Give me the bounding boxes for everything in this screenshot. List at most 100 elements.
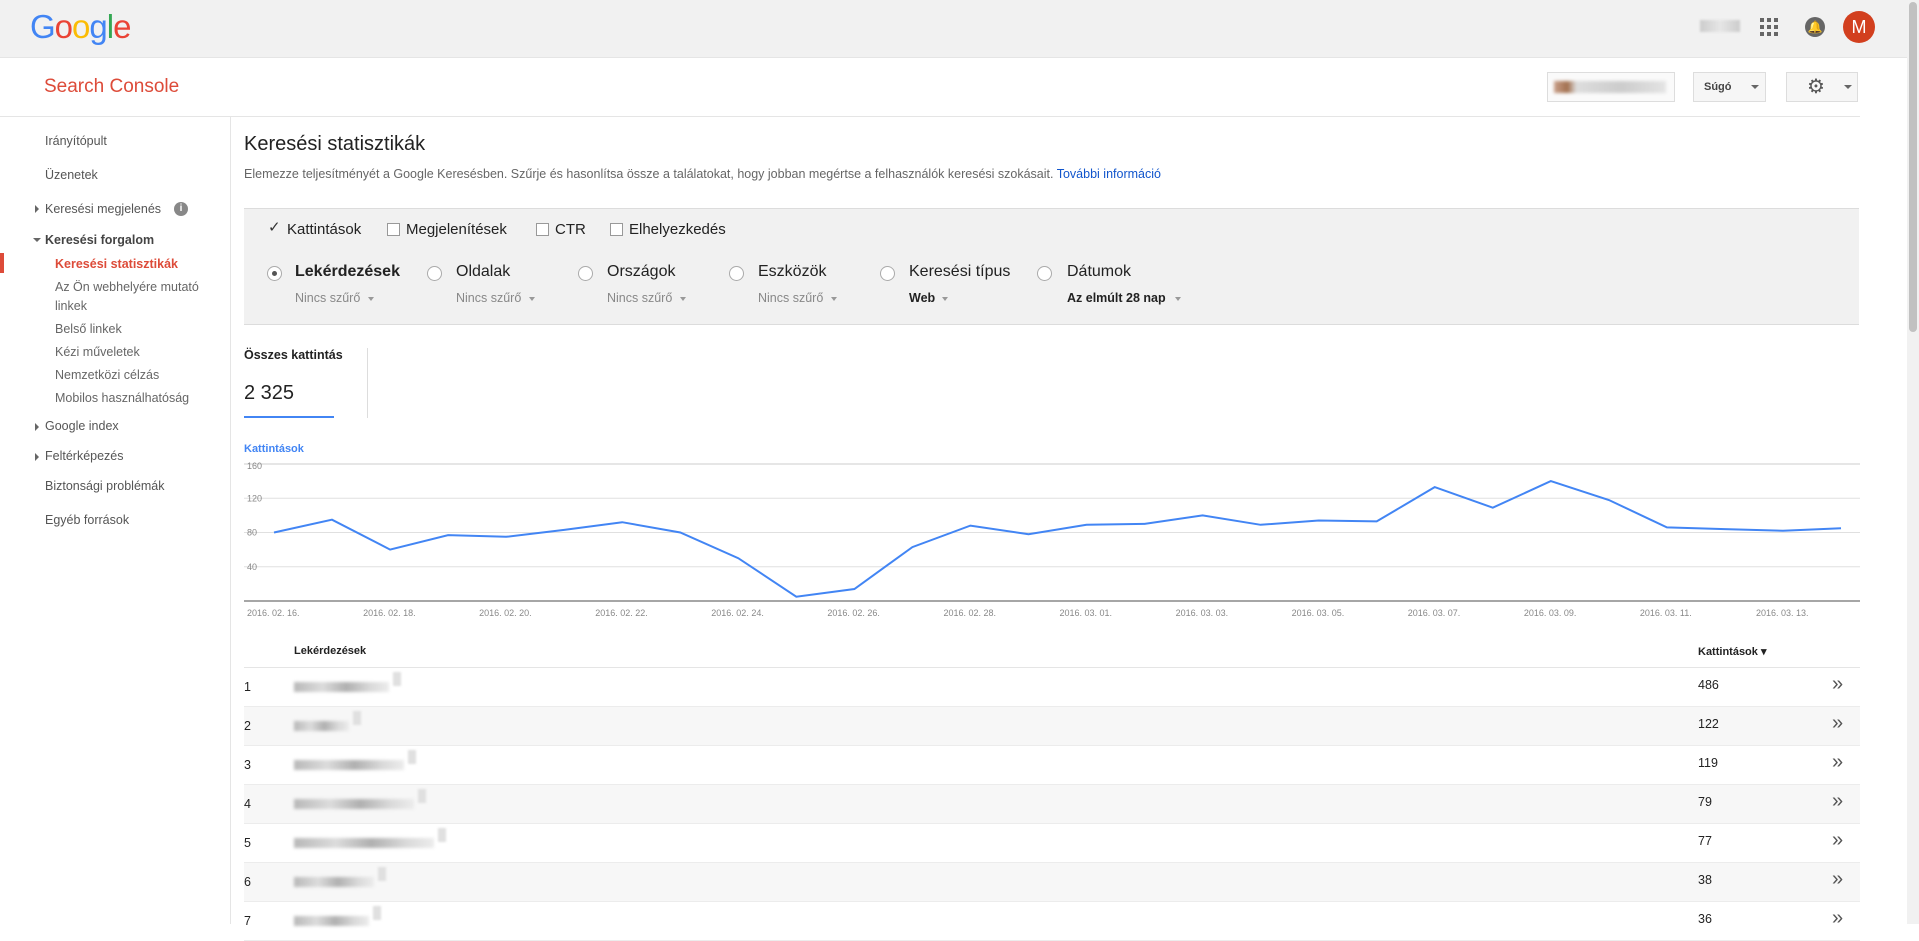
scrollbar[interactable] xyxy=(1907,0,1919,924)
sidebar-item-search-analytics[interactable]: Keresési statisztikák xyxy=(55,257,178,271)
metric-impressions-checkbox[interactable] xyxy=(387,223,400,236)
sidebar-item-dashboard[interactable]: Irányítópult xyxy=(45,134,107,148)
redacted-query[interactable] xyxy=(294,838,434,848)
dimension-queries-radio[interactable] xyxy=(267,266,282,281)
sidebar-item-security-issues[interactable]: Biztonsági problémák xyxy=(45,479,165,493)
logo-letter: g xyxy=(89,8,107,45)
devices-filter[interactable]: Nincs szűrő xyxy=(758,291,823,305)
sidebar-item-manual-actions[interactable]: Kézi műveletek xyxy=(55,345,140,359)
expand-arrow-icon[interactable] xyxy=(35,453,39,461)
header-divider xyxy=(0,116,1860,117)
open-query-icon[interactable]: » xyxy=(1832,907,1843,930)
dimension-dates[interactable]: Dátumok xyxy=(1067,263,1131,281)
learn-more-link[interactable]: További információ xyxy=(1057,167,1161,181)
apps-grid-icon[interactable] xyxy=(1760,18,1778,36)
y-tick-label: 160 xyxy=(247,461,262,471)
metric-ctr-checkbox[interactable] xyxy=(536,223,549,236)
sidebar-item-search-appearance[interactable]: Keresési megjelenés xyxy=(45,202,161,216)
x-tick-label: 2016. 02. 20. xyxy=(479,608,532,618)
chevron-down-icon xyxy=(1751,85,1759,89)
sidebar-item-messages[interactable]: Üzenetek xyxy=(45,168,98,182)
scrollbar-thumb[interactable] xyxy=(1909,2,1917,332)
table-row[interactable]: 5 77 » xyxy=(244,824,1860,863)
dimension-dates-radio[interactable] xyxy=(1037,266,1052,281)
sidebar-item-internal-links[interactable]: Belső linkek xyxy=(55,322,122,336)
metric-position-checkbox[interactable] xyxy=(610,223,623,236)
gear-icon: ⚙ xyxy=(1807,76,1825,98)
dimension-devices-radio[interactable] xyxy=(729,266,744,281)
table-row[interactable]: 6 38 » xyxy=(244,863,1860,902)
row-clicks: 122 xyxy=(1698,717,1719,731)
sidebar-item-mobile-usability[interactable]: Mobilos használhatóság xyxy=(55,391,189,405)
sidebar-item-links-to-site-cont[interactable]: linkek xyxy=(55,299,87,313)
open-query-icon[interactable]: » xyxy=(1832,751,1843,774)
info-icon[interactable]: i xyxy=(174,202,188,216)
column-header-clicks[interactable]: Kattintások ▾ xyxy=(1698,645,1766,658)
dates-filter[interactable]: Az elmúlt 28 nap xyxy=(1067,291,1166,305)
settings-button[interactable]: ⚙ xyxy=(1786,72,1858,102)
dimension-queries[interactable]: Lekérdezések xyxy=(295,263,400,281)
x-tick-label: 2016. 03. 05. xyxy=(1292,608,1345,618)
open-query-icon[interactable]: » xyxy=(1832,790,1843,813)
chart-series-label: Kattintások xyxy=(244,443,304,455)
data-point xyxy=(1665,525,1669,529)
x-tick-label: 2016. 02. 22. xyxy=(595,608,648,618)
open-query-icon[interactable]: » xyxy=(1832,829,1843,852)
pages-filter[interactable]: Nincs szűrő xyxy=(456,291,521,305)
redacted-query[interactable] xyxy=(294,916,369,926)
sidebar-item-search-traffic[interactable]: Keresési forgalom xyxy=(45,233,154,247)
metric-impressions[interactable]: Megjelenítések xyxy=(406,221,507,238)
help-button[interactable]: Súgó xyxy=(1693,72,1766,102)
search-type-filter[interactable]: Web xyxy=(909,291,935,305)
data-point xyxy=(1201,513,1205,517)
metric-position[interactable]: Elhelyezkedés xyxy=(629,221,726,238)
dimension-devices[interactable]: Eszközök xyxy=(758,263,826,281)
dimension-countries[interactable]: Országok xyxy=(607,263,675,281)
dimension-search-type[interactable]: Keresési típus xyxy=(909,263,1010,281)
dimension-pages-radio[interactable] xyxy=(427,266,442,281)
open-query-icon[interactable]: » xyxy=(1832,868,1843,891)
active-nav-indicator xyxy=(0,253,4,273)
collapse-arrow-icon[interactable] xyxy=(33,238,41,242)
expand-arrow-icon[interactable] xyxy=(35,423,39,431)
x-tick-label: 2016. 02. 26. xyxy=(827,608,880,618)
checkmark-icon[interactable]: ✓ xyxy=(268,218,281,236)
expand-arrow-icon[interactable] xyxy=(35,205,39,213)
data-point xyxy=(330,518,334,522)
sidebar-item-international-targeting[interactable]: Nemzetközi célzás xyxy=(55,368,159,382)
redacted-query[interactable] xyxy=(294,799,414,809)
queries-filter[interactable]: Nincs szűrő xyxy=(295,291,360,305)
open-query-icon[interactable]: » xyxy=(1832,673,1843,696)
site-selector[interactable] xyxy=(1547,72,1675,102)
y-tick-label: 80 xyxy=(247,528,257,538)
redacted-query[interactable] xyxy=(294,877,374,887)
table-row[interactable]: 1 486 » xyxy=(244,668,1860,707)
x-tick-label: 2016. 03. 09. xyxy=(1524,608,1577,618)
table-row[interactable]: 2 122 » xyxy=(244,707,1860,746)
countries-filter[interactable]: Nincs szűrő xyxy=(607,291,672,305)
dimension-pages[interactable]: Oldalak xyxy=(456,263,510,281)
dimension-search-type-radio[interactable] xyxy=(880,266,895,281)
notifications-icon[interactable]: 🔔 xyxy=(1805,17,1825,37)
table-row[interactable]: 7 36» xyxy=(244,902,1860,941)
sidebar-item-google-index[interactable]: Google index xyxy=(45,419,119,433)
google-logo[interactable]: Google xyxy=(30,8,131,46)
redacted-query[interactable] xyxy=(294,721,349,731)
sidebar-item-links-to-site[interactable]: Az Ön webhelyére mutató xyxy=(55,280,199,294)
table-row[interactable]: 4 79 » xyxy=(244,785,1860,824)
metric-clicks[interactable]: Kattintások xyxy=(287,221,361,238)
dimension-countries-radio[interactable] xyxy=(578,266,593,281)
avatar[interactable]: M xyxy=(1843,11,1875,43)
search-console-brand[interactable]: Search Console xyxy=(44,76,179,98)
row-rank: 4 xyxy=(244,797,251,811)
top-bar: Google 🔔 M xyxy=(0,0,1919,58)
column-header-queries[interactable]: Lekérdezések xyxy=(294,645,366,657)
redacted-query[interactable] xyxy=(294,760,404,770)
redacted-query[interactable] xyxy=(294,682,389,692)
chevron-down-icon xyxy=(1844,85,1852,89)
open-query-icon[interactable]: » xyxy=(1832,712,1843,735)
metric-ctr[interactable]: CTR xyxy=(555,221,586,238)
sidebar-item-crawl[interactable]: Feltérképezés xyxy=(45,449,124,463)
table-row[interactable]: 3 119 » xyxy=(244,746,1860,785)
sidebar-item-other-resources[interactable]: Egyéb források xyxy=(45,513,129,527)
